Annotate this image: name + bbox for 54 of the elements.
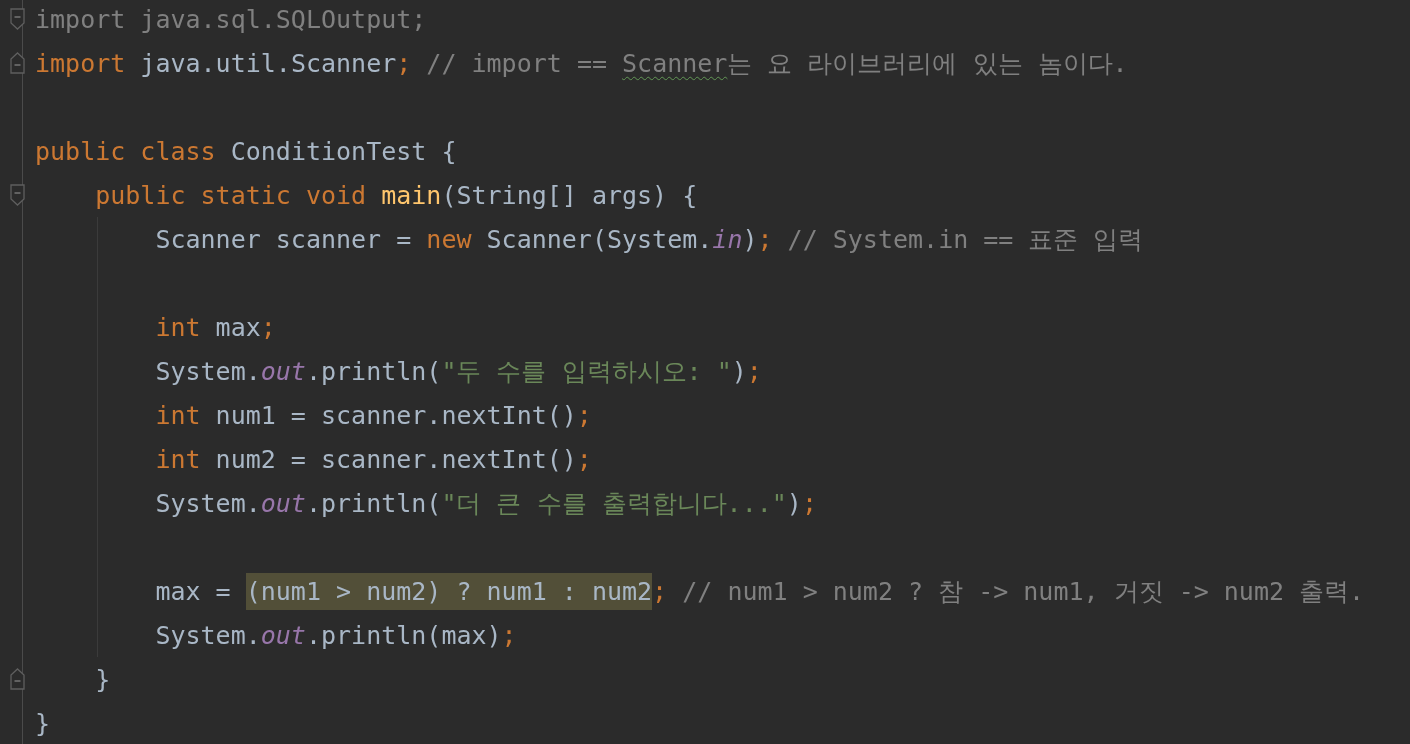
unused-import: import java.sql.SQLOutput; [35,4,427,34]
static-field: out [260,620,306,650]
code-text: .println( [305,488,442,518]
code-keyword: ; [501,620,517,650]
code-keyword: ; [576,400,592,430]
string-literal: "더 큰 수를 출력합니다..." [441,487,787,520]
code-text: Scanner(System. [485,224,713,254]
code-keyword: ; [652,576,668,606]
misspelled-word: Scanner [622,48,728,78]
code-text: System. [155,356,261,386]
code-comment: // num1 > num2 ? 참 -> num1, 거짓 -> num2 출력. [681,575,1365,608]
code-keyword: int [155,444,201,474]
code-text: max = [155,576,232,606]
method-name: main [380,180,442,210]
code-keyword: int [155,400,201,430]
fold-end-icon[interactable] [8,667,26,691]
code-text: java.util.Scanner [139,48,397,78]
code-keyword: int [155,312,201,342]
code-text: .println(max) [305,620,502,650]
code-keyword: import [35,48,126,78]
code-text: } [35,708,51,738]
code-text: ) [786,488,802,518]
code-comment: // import == [425,48,608,78]
fold-end-icon[interactable] [8,51,26,75]
code-text: max [214,312,261,342]
code-text: num1 = scanner.nextInt() [214,400,577,430]
code-keyword: ; [746,356,762,386]
code-text: .println( [305,356,442,386]
static-field: in [712,224,743,254]
static-field: out [260,356,306,386]
fold-collapse-icon[interactable] [8,183,26,207]
code-keyword: public class [35,136,216,166]
code-comment: // System.in == 표준 입력 [786,223,1144,256]
code-keyword: ; [396,48,412,78]
code-keyword: new [426,224,472,254]
code-keyword: ; [757,224,773,254]
code-text: System. [155,620,261,650]
code-text: } [95,664,111,694]
code-text: ) [742,224,758,254]
static-field: out [260,488,306,518]
highlighted-code: (num1 > num2) ? num1 : num2 [245,572,653,610]
code-text: System. [155,488,261,518]
code-text: ) [731,356,747,386]
code-text: (String[] args) { [441,180,698,210]
code-keyword: ; [576,444,592,474]
fold-collapse-icon[interactable] [8,7,26,31]
code-comment: 는 요 라이브러리에 있는 놈이다. [727,47,1128,80]
code-keyword: ; [801,488,817,518]
code-text: Scanner scanner = [155,224,413,254]
code-text: num2 = scanner.nextInt() [214,444,577,474]
code-text: ConditionTest { [229,136,457,166]
code-keyword: public static void [95,180,367,210]
string-literal: "두 수를 입력하시오: " [441,355,732,388]
code-keyword: ; [260,312,276,342]
